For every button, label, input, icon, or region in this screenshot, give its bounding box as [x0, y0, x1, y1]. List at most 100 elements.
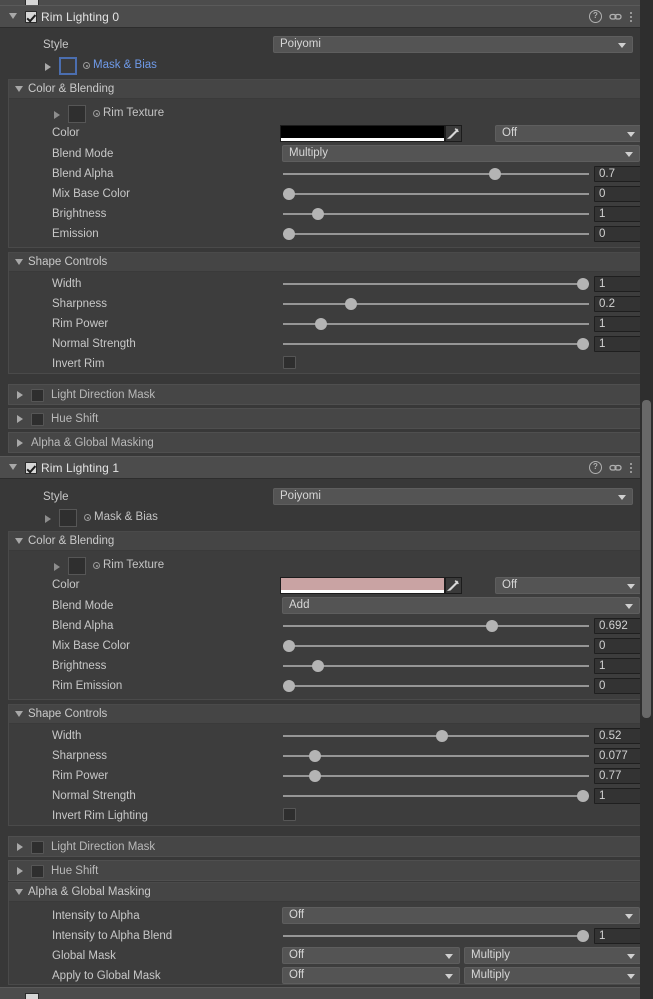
light-direction-mask-checkbox-1[interactable] — [31, 841, 44, 854]
hue-shift-checkbox-0[interactable] — [31, 413, 44, 426]
mask-bias-row-0[interactable]: Mask & Bias — [0, 55, 640, 78]
slider-knob[interactable] — [283, 640, 295, 652]
foldout-arrow-icon[interactable] — [17, 415, 23, 423]
slider-value-field[interactable]: 0.2 — [594, 296, 646, 312]
slider-value-field[interactable]: 0 — [594, 678, 646, 694]
more-menu-icon[interactable] — [629, 10, 633, 23]
slider-knob[interactable] — [309, 750, 322, 762]
slider-knob[interactable] — [283, 228, 295, 240]
color-mode-dropdown-0[interactable]: Off — [495, 125, 642, 142]
rim-texture-row-0[interactable]: Rim Texture — [9, 103, 647, 126]
color-swatch-0[interactable] — [280, 125, 445, 142]
mask-bias-row-1[interactable]: Mask & Bias — [0, 507, 640, 530]
slider-knob[interactable] — [315, 318, 328, 330]
slider-value-field[interactable]: 0.52 — [594, 728, 646, 744]
slider-track[interactable] — [283, 193, 589, 195]
slider-track[interactable] — [283, 283, 589, 285]
slider-track[interactable] — [283, 645, 589, 647]
vertical-scrollbar[interactable] — [640, 0, 653, 999]
color-blending-header-0[interactable]: Color & Blending — [9, 80, 647, 99]
link-icon[interactable] — [609, 461, 622, 474]
slider-track[interactable] — [283, 323, 589, 325]
invert-rim-checkbox-0[interactable] — [283, 356, 296, 369]
slider-track[interactable] — [283, 343, 589, 345]
slider-normal-strength[interactable] — [283, 337, 589, 351]
slider-knob[interactable] — [577, 930, 589, 942]
slider-width[interactable] — [283, 277, 589, 291]
mask-bias-texture-slot-0[interactable] — [59, 57, 77, 75]
slider-value-field[interactable]: 1 — [594, 658, 646, 674]
help-icon[interactable]: ? — [589, 461, 602, 474]
slider-value-field[interactable]: 1 — [594, 788, 646, 804]
apply-to-global-mask-dropdown[interactable]: Off — [282, 967, 460, 984]
shape-controls-header-0[interactable]: Shape Controls — [9, 253, 647, 272]
slider-value-field[interactable]: 0 — [594, 226, 646, 242]
intensity-to-alpha-blend-value[interactable]: 1 — [594, 928, 646, 944]
global-mask-blend-dropdown[interactable]: Multiply — [464, 947, 642, 964]
slider-value-field[interactable]: 0 — [594, 638, 646, 654]
slider-track[interactable] — [283, 755, 589, 757]
eyedropper-icon[interactable] — [445, 577, 462, 594]
slider-value-field[interactable]: 1 — [594, 276, 646, 292]
slider-track[interactable] — [283, 625, 589, 627]
foldout-arrow-icon[interactable] — [54, 563, 60, 571]
module-header-rim-lighting-1[interactable]: Rim Lighting 1 ? — [0, 456, 640, 479]
slider-mix-base-color[interactable] — [283, 639, 589, 653]
scrollbar-thumb[interactable] — [642, 400, 651, 718]
slider-knob[interactable] — [283, 680, 295, 692]
shape-controls-header-1[interactable]: Shape Controls — [9, 705, 647, 724]
hue-shift-checkbox-1[interactable] — [31, 865, 44, 878]
rim-texture-slot-1[interactable] — [68, 557, 86, 575]
slider-knob[interactable] — [488, 168, 501, 180]
foldout-arrow-icon[interactable] — [15, 711, 23, 717]
slider-track[interactable] — [283, 173, 589, 175]
slider-rim-emission[interactable] — [283, 679, 589, 693]
slider-value-field[interactable]: 1 — [594, 336, 646, 352]
slider-sharpness[interactable] — [283, 297, 589, 311]
intensity-to-alpha-blend-slider[interactable] — [283, 929, 589, 943]
slider-knob[interactable] — [577, 278, 589, 290]
foldout-alpha-global-masking-0[interactable]: Alpha & Global Masking — [8, 432, 648, 453]
module-enable-checkbox-0[interactable] — [25, 11, 37, 23]
slider-track[interactable] — [283, 775, 589, 777]
module-header-rim-lighting-0[interactable]: Rim Lighting 0 ? — [0, 5, 640, 28]
invert-rim-lighting-checkbox-1[interactable] — [283, 808, 296, 821]
color-swatch-1[interactable] — [280, 577, 445, 594]
color-blending-header-1[interactable]: Color & Blending — [9, 532, 647, 551]
slider-knob[interactable] — [485, 620, 498, 632]
foldout-arrow-icon[interactable] — [9, 13, 17, 19]
foldout-arrow-icon[interactable] — [15, 259, 23, 265]
slider-track[interactable] — [283, 665, 589, 667]
eyedropper-icon[interactable] — [445, 125, 462, 142]
slider-knob[interactable] — [344, 298, 357, 310]
module-enable-checkbox-1[interactable] — [25, 462, 37, 474]
help-icon[interactable]: ? — [589, 10, 602, 23]
slider-sharpness[interactable] — [283, 749, 589, 763]
color-mode-dropdown-1[interactable]: Off — [495, 577, 642, 594]
partial-module-header-bottom[interactable] — [0, 987, 640, 999]
global-mask-dropdown[interactable]: Off — [282, 947, 460, 964]
slider-track[interactable] — [283, 303, 589, 305]
style-dropdown-1[interactable]: Poiyomi — [273, 488, 633, 505]
mask-bias-texture-slot-1[interactable] — [59, 509, 77, 527]
partial-header-checkbox-bottom[interactable] — [25, 993, 39, 999]
rim-texture-row-1[interactable]: Rim Texture — [9, 555, 647, 578]
slider-normal-strength[interactable] — [283, 789, 589, 803]
slider-track[interactable] — [283, 233, 589, 235]
foldout-arrow-icon[interactable] — [54, 111, 60, 119]
foldout-arrow-icon[interactable] — [17, 843, 23, 851]
style-dropdown-0[interactable]: Poiyomi — [273, 36, 633, 53]
rim-texture-slot-0[interactable] — [68, 105, 86, 123]
blend-mode-dropdown-1[interactable]: Add — [282, 597, 640, 614]
slider-value-field[interactable]: 0.692 — [594, 618, 646, 634]
slider-mix-base-color[interactable] — [283, 187, 589, 201]
slider-value-field[interactable]: 0.7 — [594, 166, 646, 182]
foldout-hue-shift-1[interactable]: Hue Shift — [8, 860, 648, 881]
slider-value-field[interactable]: 1 — [594, 316, 646, 332]
apply-to-global-mask-blend-dropdown[interactable]: Multiply — [464, 967, 642, 984]
slider-knob[interactable] — [312, 660, 325, 672]
foldout-arrow-icon[interactable] — [17, 391, 23, 399]
alpha-global-masking-header-1[interactable]: Alpha & Global Masking — [9, 883, 647, 902]
slider-width[interactable] — [283, 729, 589, 743]
slider-rim-power[interactable] — [283, 317, 589, 331]
